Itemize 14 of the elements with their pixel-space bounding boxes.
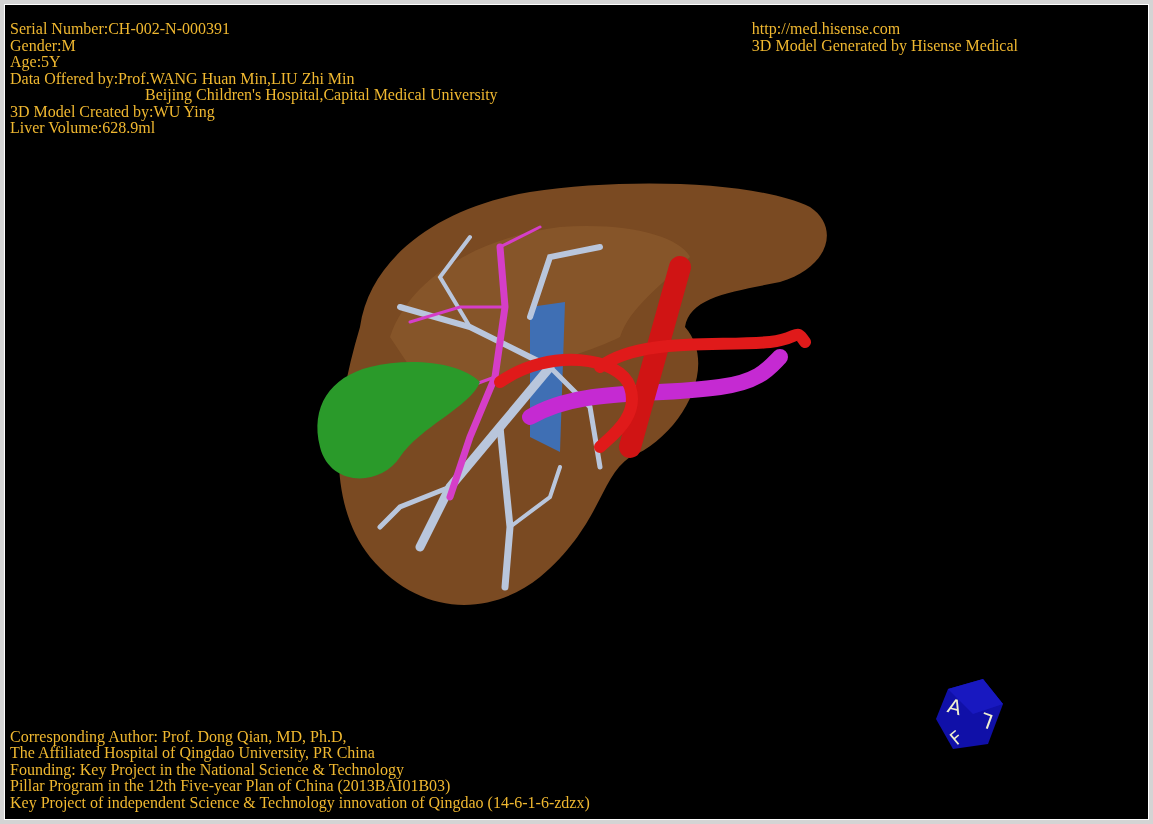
info-text: 3D Model Generated by Hisense Medical — [751, 37, 1018, 54]
info-text: http://med.hisense.com — [751, 21, 901, 38]
credit-text: Corresponding Author: Prof. Dong Qian, MD, Ph.D, — [10, 728, 347, 745]
info-text: Liver Volume:628.9ml — [10, 120, 156, 137]
info-text: 3D Model Created by:WU Ying — [10, 103, 215, 120]
credit-text: Founding: Key Project in the National Science & Technology — [10, 761, 405, 778]
credit-text: The Affiliated Hospital of Qingdao University, PR China — [10, 745, 375, 762]
credit-text: Pillar Program in the 12th Five-year Plan of China (2013BAI01B03) — [10, 778, 451, 795]
credit-text: Key Project of independent Science & Technology innovation of Qingdao (14-6-1-6-zdzx) — [10, 794, 590, 811]
info-text: Beijing Children's Hospital,Capital Medical University — [145, 87, 498, 104]
info-text: Age:5Y — [10, 54, 61, 71]
info-text: Data Offered by:Prof.WANG Huan Min,LIU Zhi Min — [10, 70, 355, 87]
info-text: Serial Number:CH-002-N-000391 — [10, 21, 230, 38]
info-text: Gender:M — [10, 37, 76, 54]
